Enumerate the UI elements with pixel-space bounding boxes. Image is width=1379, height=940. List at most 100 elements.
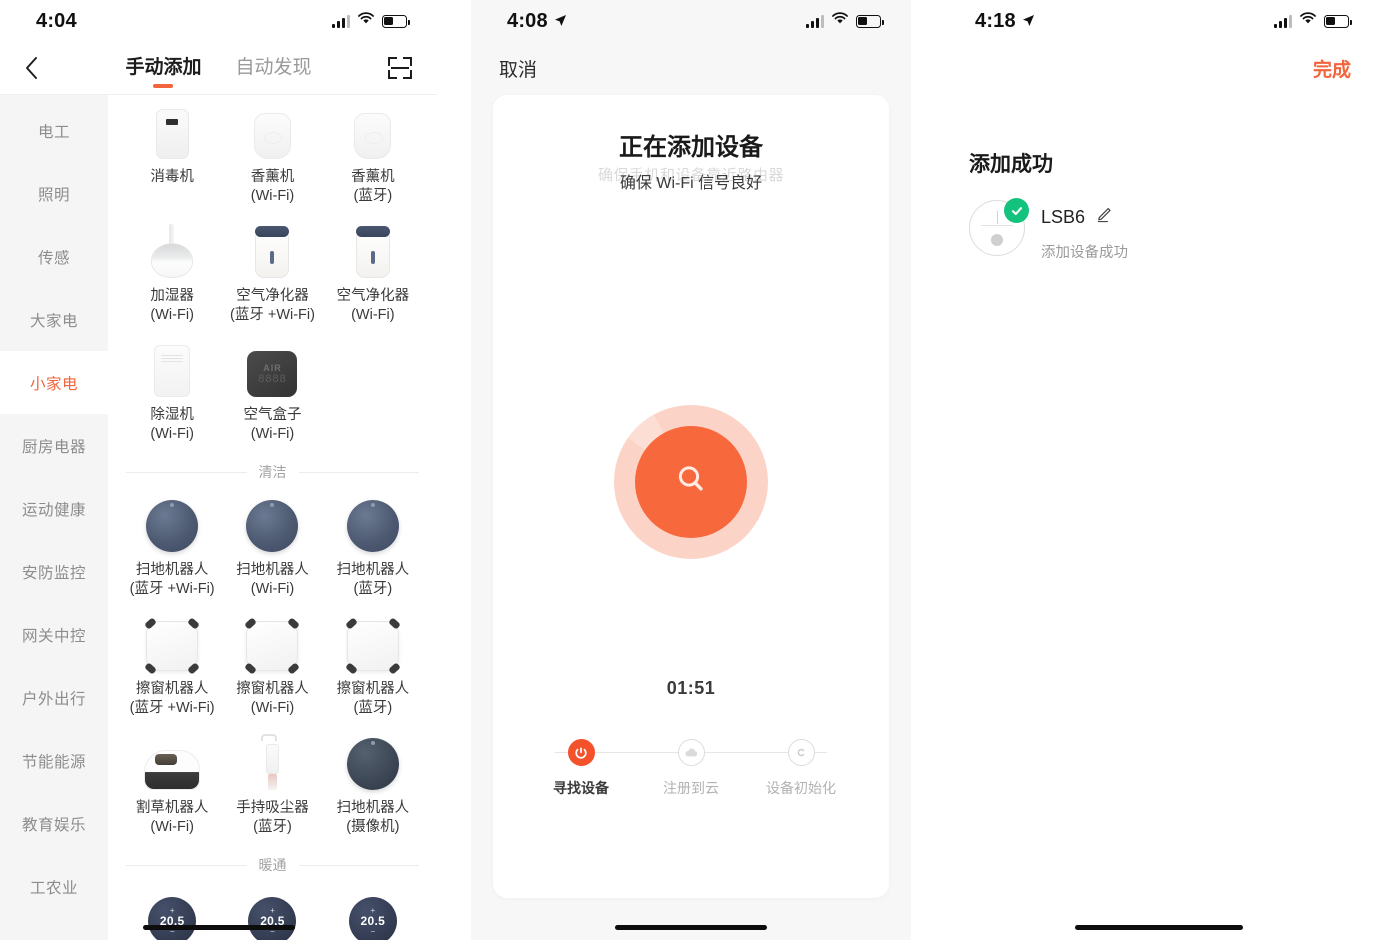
section-title: 暖通 <box>258 857 287 873</box>
device-variant: (蓝牙 +Wi-Fi) <box>129 700 215 716</box>
sidebar-item-anfangjiankong[interactable]: 安防监控 <box>0 540 108 603</box>
battery-icon <box>1324 14 1352 28</box>
device-tile[interactable]: 割草机器人 (Wi-Fi) <box>122 726 222 845</box>
subtitle-area: 确保手机和设备靠近路由器 确保 Wi-Fi 信号良好 <box>493 167 889 197</box>
sidebar-item-yundongjiankang[interactable]: 运动健康 <box>0 477 108 540</box>
phone-screen-adding-device: 4:08 取消 正在添加设备 确保手机和设备靠近路由器 确保 Wi-Fi 信号良… <box>471 0 911 940</box>
sidebar-item-jienengnengyuan[interactable]: 节能能源 <box>0 729 108 792</box>
status-indicators <box>332 12 410 30</box>
thermostat-plus: + <box>270 906 275 915</box>
sidebar-item-jiaoyuyule[interactable]: 教育娱乐 <box>0 792 108 855</box>
robot-vacuum-icon <box>346 500 399 552</box>
device-name: 空气盒子 <box>243 407 302 423</box>
aroma-diffuser-icon <box>354 113 392 159</box>
copyright-circle-icon <box>787 739 815 766</box>
device-tile[interactable]: 除湿机 (Wi-Fi) <box>122 333 222 452</box>
thermostat-value: 20.5 <box>360 914 386 928</box>
tab-auto-discover[interactable]: 自动发现 <box>236 52 312 85</box>
cellular-signal-icon <box>332 14 350 28</box>
device-tile[interactable]: 扫地机器人 (蓝牙) <box>323 488 423 607</box>
status-indicators <box>1274 12 1352 30</box>
device-tile[interactable]: 消毒机 <box>122 95 222 214</box>
countdown-timer: 01:51 <box>666 678 716 698</box>
sidebar-item-dajiadian[interactable]: 大家电 <box>0 288 108 351</box>
device-tile[interactable]: + 20.5 − <box>122 881 222 940</box>
three-phone-screens: 4:04 手动添加 自动发现 电工 照明 传感 大家电 小家电 厨房电器 运动健… <box>0 0 1379 940</box>
sidebar-item-chuangan[interactable]: 传感 <box>0 225 108 288</box>
device-tile[interactable]: 手持吸尘器 (蓝牙) <box>222 726 322 845</box>
device-tile[interactable]: 扫地机器人 (蓝牙 +Wi-Fi) <box>122 488 222 607</box>
device-tile[interactable]: + 20.5 − <box>222 881 322 940</box>
home-indicator <box>615 925 767 930</box>
sidebar-item-chufangdianqi[interactable]: 厨房电器 <box>0 414 108 477</box>
robot-vacuum-camera-icon <box>346 738 399 790</box>
device-grid-top: 消毒机 香薰机 (Wi-Fi) 香薰机 (蓝牙) 加湿器 (Wi-Fi) 空气净… <box>122 95 423 452</box>
searching-indicator <box>614 405 768 559</box>
magnifier-icon <box>671 460 711 505</box>
done-button[interactable]: 完成 <box>1313 55 1351 82</box>
device-name: 扫地机器人 <box>336 800 410 816</box>
lawn-mower-robot-icon <box>144 750 201 790</box>
thermostat-icon: + 20.5 − <box>348 897 397 940</box>
status-indicators <box>806 12 884 30</box>
device-tile[interactable]: 香薰机 (Wi-Fi) <box>222 95 322 214</box>
screen-gap <box>911 0 939 940</box>
device-tile[interactable]: 空气净化器 (蓝牙 +Wi-Fi) <box>222 214 322 333</box>
added-device-item[interactable]: LSB6 添加设备成功 <box>969 198 1379 262</box>
device-tile[interactable]: 香薰机 (蓝牙) <box>323 95 423 214</box>
device-tile[interactable]: 加湿器 (Wi-Fi) <box>122 214 222 333</box>
device-tile[interactable]: 擦窗机器人 (蓝牙) <box>323 607 423 726</box>
sidebar-item-qita[interactable]: 其他 <box>0 918 108 940</box>
device-tile[interactable]: 擦窗机器人 (蓝牙 +Wi-Fi) <box>122 607 222 726</box>
device-grid-scroll[interactable]: 消毒机 香薰机 (Wi-Fi) 香薰机 (蓝牙) 加湿器 (Wi-Fi) 空气净… <box>108 95 437 940</box>
page-title: 正在添加设备 <box>619 134 763 161</box>
scan-qr-icon[interactable] <box>383 51 417 85</box>
section-divider-clean: 清洁 <box>122 452 423 488</box>
step-label: 注册到云 <box>663 780 719 796</box>
sidebar-item-zhaoming[interactable]: 照明 <box>0 162 108 225</box>
home-indicator <box>142 925 295 930</box>
cancel-button[interactable]: 取消 <box>499 55 537 82</box>
thermostat-plus: + <box>370 906 376 915</box>
pencil-icon[interactable] <box>1095 206 1113 229</box>
device-tile[interactable]: 擦窗机器人 (Wi-Fi) <box>222 607 322 726</box>
window-cleaning-robot-icon <box>244 617 301 675</box>
status-time: 4:08 <box>507 10 567 33</box>
device-variant: (Wi-Fi) <box>150 307 194 323</box>
wifi-icon <box>357 12 375 30</box>
tab-manual-add[interactable]: 手动添加 <box>125 52 201 85</box>
status-bar: 4:08 <box>471 0 911 42</box>
device-tile[interactable]: 扫地机器人 (摄像机) <box>323 726 423 845</box>
step-label: 设备初始化 <box>766 780 836 796</box>
device-tile[interactable]: AIR 8888 空气盒子 (Wi-Fi) <box>222 333 322 452</box>
sidebar-item-gongnongye[interactable]: 工农业 <box>0 855 108 918</box>
wifi-icon <box>1299 12 1317 30</box>
sidebar-item-huwaichuxing[interactable]: 户外出行 <box>0 666 108 729</box>
device-variant: (Wi-Fi) <box>250 581 295 597</box>
section-title: 清洁 <box>258 464 287 480</box>
device-tile-empty <box>323 333 423 452</box>
device-tile[interactable]: 扫地机器人 (Wi-Fi) <box>222 488 322 607</box>
device-tile[interactable]: 空气净化器 (Wi-Fi) <box>323 214 423 333</box>
device-name: 空气净化器 <box>236 288 309 304</box>
device-tile[interactable]: + 20.5 − <box>323 881 423 940</box>
cloud-icon <box>677 739 705 766</box>
sidebar-item-diangong[interactable]: 电工 <box>0 99 108 162</box>
status-time: 4:04 <box>36 9 77 32</box>
sidebar-item-wangguanzhongkong[interactable]: 网关中控 <box>0 603 108 666</box>
device-variant: (Wi-Fi) <box>150 819 194 835</box>
device-name: LSB6 <box>1041 207 1086 227</box>
status-bar: 4:04 <box>0 0 437 42</box>
adding-device-card: 正在添加设备 确保手机和设备靠近路由器 确保 Wi-Fi 信号良好 01:51 <box>493 95 889 898</box>
sidebar-item-xiaojiadian[interactable]: 小家电 <box>0 351 108 414</box>
robot-vacuum-icon <box>146 500 199 552</box>
device-variant: (蓝牙) <box>353 700 393 716</box>
check-circle-icon <box>1004 198 1029 223</box>
back-button[interactable] <box>14 51 48 85</box>
progress-steps: 寻找设备 注册到云 设备初始化 <box>541 739 841 798</box>
step-find-device: 寻找设备 <box>541 739 621 798</box>
device-name: 除湿机 <box>150 407 194 423</box>
device-name: 加湿器 <box>150 288 194 304</box>
status-time-text: 4:08 <box>507 9 548 32</box>
navigation-bar: 取消 <box>471 42 911 94</box>
